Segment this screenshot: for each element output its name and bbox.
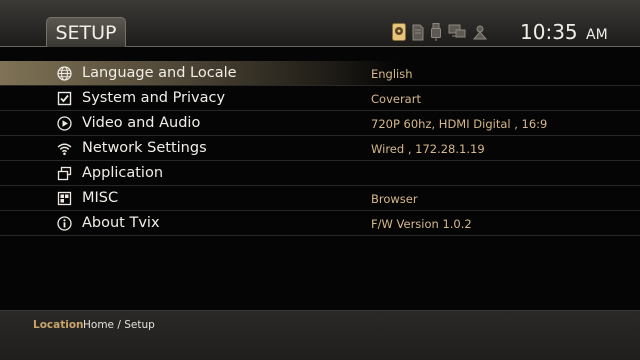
globe-icon — [57, 66, 72, 81]
menu-item-misc[interactable]: MISC Browser — [0, 186, 640, 211]
grid-icon — [57, 191, 72, 206]
menu-item-video-and-audio[interactable]: Video and Audio 720P 60hz, HDMI Digital … — [0, 111, 640, 136]
menu-item-label: Language and Locale — [82, 65, 237, 81]
clock-time: 10:35 — [520, 20, 578, 44]
sd-card-icon — [412, 24, 424, 40]
menu-item-label: Application — [82, 165, 164, 181]
menu-item-label: Video and Audio — [82, 115, 201, 131]
menu-item-label: About Tvix — [82, 215, 160, 231]
info-icon — [57, 216, 72, 231]
menu-item-label: MISC — [82, 190, 119, 206]
menu-item-value: English — [371, 67, 413, 81]
menu-item-value: 720P 60hz, HDMI Digital , 16:9 — [371, 117, 548, 131]
setup-menu: Language and Locale English System and P… — [0, 61, 640, 236]
checkbox-icon — [57, 91, 72, 106]
menu-item-label: Network Settings — [82, 140, 207, 156]
menu-item-network-settings[interactable]: Network Settings Wired , 172.28.1.19 — [0, 136, 640, 161]
clock-ampm: AM — [586, 27, 608, 43]
clock: 10:35 AM — [520, 19, 608, 48]
menu-item-value: Browser — [371, 192, 418, 206]
network-share-icon — [448, 24, 466, 38]
location-bar: Location Home / Setup — [0, 310, 640, 360]
menu-item-value: F/W Version 1.0.2 — [371, 217, 472, 231]
menu-item-system-and-privacy[interactable]: System and Privacy Coverart — [0, 86, 640, 111]
location-label: Location — [33, 319, 84, 331]
menu-item-label: System and Privacy — [82, 90, 226, 106]
usb-icon — [431, 23, 441, 41]
wifi-icon — [57, 143, 72, 156]
menu-item-value: Coverart — [371, 92, 421, 106]
hdd-icon — [392, 23, 406, 41]
menu-item-language-and-locale[interactable]: Language and Locale English — [0, 61, 640, 86]
menu-item-value: Wired , 172.28.1.19 — [371, 142, 485, 156]
upnp-icon — [472, 25, 488, 40]
play-icon — [57, 116, 72, 131]
windows-icon — [57, 166, 72, 181]
location-breadcrumb: Home / Setup — [83, 319, 155, 331]
menu-item-about-tvix[interactable]: About Tvix F/W Version 1.0.2 — [0, 211, 640, 236]
menu-item-application[interactable]: Application — [0, 161, 640, 186]
tab-setup[interactable]: SETUP — [46, 17, 126, 47]
device-status-icons — [392, 22, 488, 42]
